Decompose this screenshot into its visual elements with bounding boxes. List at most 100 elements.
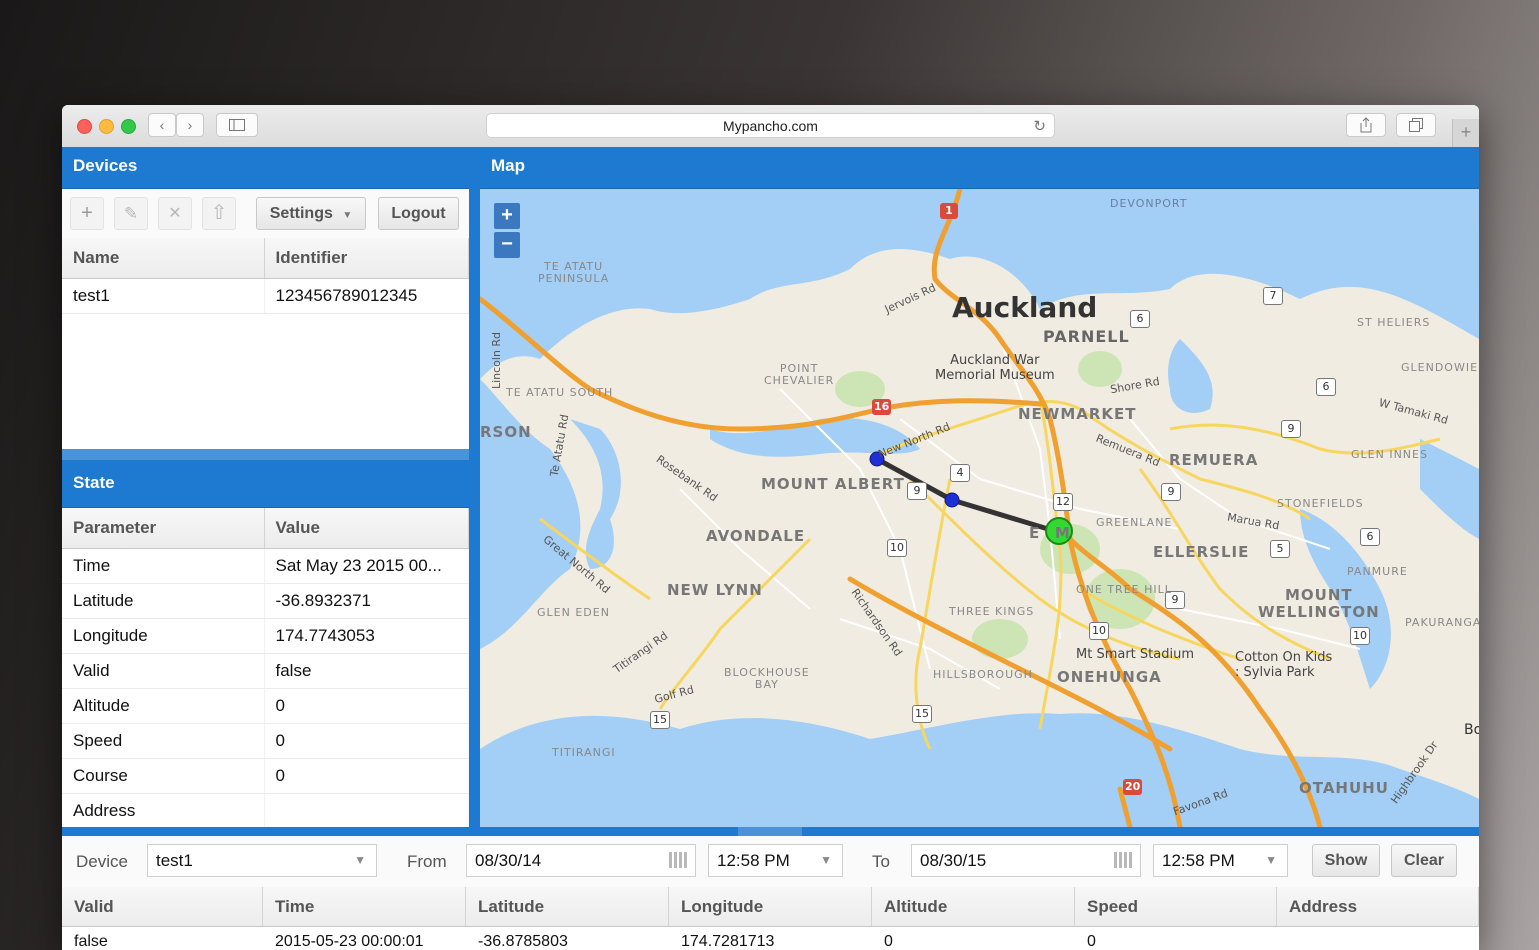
route-shield: 15 — [650, 711, 670, 729]
device-name: test1 — [62, 278, 265, 314]
from-date-value: 08/30/14 — [475, 851, 542, 870]
to-time-field[interactable]: 12:58 PM ▼ — [1153, 844, 1288, 877]
state-row[interactable]: Altitude 0 — [62, 688, 469, 724]
address-bar[interactable]: Mypancho.com ↻ — [486, 113, 1055, 138]
column-header-longitude[interactable]: Longitude — [669, 887, 872, 927]
state-value: Sat May 23 2015 00... — [264, 548, 469, 584]
pencil-icon: ✎ — [123, 204, 139, 223]
column-header-valid[interactable]: Valid — [62, 887, 263, 927]
url-text: Mypancho.com — [723, 117, 818, 134]
zoom-window-button[interactable] — [121, 119, 136, 134]
back-button[interactable]: ‹ — [148, 113, 176, 137]
to-date-value: 08/30/15 — [920, 851, 987, 870]
column-header-parameter[interactable]: Parameter — [62, 508, 265, 549]
map-view[interactable]: 1 16 20 15 15 4 9 9 10 12 6 7 6 9 9 5 6 10 10 Auckland PAR… — [480, 189, 1479, 827]
state-row[interactable]: Valid false — [62, 653, 469, 689]
column-header-latitude[interactable]: Latitude — [466, 887, 669, 927]
minimize-window-button[interactable] — [99, 119, 114, 134]
upload-button[interactable]: ⇧ — [202, 197, 236, 230]
map-label-one-tree-hill: ONE TREE HILL — [1076, 583, 1172, 596]
device-select-value: test1 — [156, 851, 193, 870]
map-label-ellerslie: ELLERSLIE — [1153, 543, 1250, 561]
chevron-down-icon: ▼ — [820, 853, 832, 867]
vertical-splitter[interactable] — [469, 147, 480, 835]
map-label-stonefields: STONEFIELDS — [1277, 497, 1364, 510]
from-date-field[interactable]: 08/30/14 — [466, 844, 696, 877]
route-shield: 20 — [1123, 779, 1143, 795]
add-device-button[interactable]: + — [70, 197, 104, 230]
map-label-point-chevalier: POINT CHEVALIER — [764, 362, 835, 387]
settings-button[interactable]: Settings ▼ — [256, 197, 366, 230]
device-select[interactable]: test1 ▼ — [147, 844, 377, 877]
chevron-down-icon: ▼ — [354, 853, 366, 867]
state-parameter: Valid — [62, 653, 265, 689]
forward-button[interactable]: › — [176, 113, 204, 137]
manukau-harbour-water — [480, 713, 1479, 827]
upload-icon: ⇧ — [210, 202, 228, 224]
state-value: 174.7743053 — [264, 618, 469, 654]
column-header-identifier[interactable]: Identifier — [264, 238, 469, 279]
show-button[interactable]: Show — [1312, 844, 1380, 877]
route-shield: 6 — [1316, 378, 1336, 396]
close-window-button[interactable] — [77, 119, 92, 134]
chevron-left-icon: ‹ — [159, 117, 165, 133]
calendar-icon[interactable] — [1114, 852, 1134, 868]
to-date-field[interactable]: 08/30/15 — [911, 844, 1141, 877]
history-longitude: 174.7281713 — [681, 933, 775, 950]
state-row[interactable]: Course 0 — [62, 758, 469, 794]
state-row[interactable]: Latitude -36.8932371 — [62, 583, 469, 619]
column-header-name[interactable]: Name — [62, 238, 265, 279]
column-header-altitude[interactable]: Altitude — [872, 887, 1075, 927]
map-label-avondale: AVONDALE — [706, 527, 806, 545]
map-label-glen-innes: GLEN INNES — [1351, 448, 1428, 461]
route-shield: 1 — [940, 203, 958, 219]
route-shield: 15 — [912, 705, 932, 723]
calendar-icon[interactable] — [669, 852, 689, 868]
state-row[interactable]: Time Sat May 23 2015 00... — [62, 548, 469, 584]
plus-icon: + — [81, 202, 93, 224]
state-parameter: Altitude — [62, 688, 265, 724]
state-parameter: Longitude — [62, 618, 265, 654]
column-header-value[interactable]: Value — [264, 508, 469, 549]
panel-splitter[interactable] — [62, 449, 469, 460]
column-header-address[interactable]: Address — [1277, 887, 1479, 927]
zoom-in-button[interactable]: + — [494, 203, 520, 229]
logout-button[interactable]: Logout — [378, 197, 459, 230]
from-time-field[interactable]: 12:58 PM ▼ — [708, 844, 843, 877]
map-label-lincoln-rd: Lincoln Rd — [490, 331, 504, 390]
collapse-handle[interactable] — [738, 827, 802, 836]
state-value — [264, 793, 469, 829]
reload-icon[interactable]: ↻ — [1033, 117, 1046, 135]
clear-button[interactable]: Clear — [1391, 844, 1457, 877]
from-label: From — [407, 852, 447, 871]
map-label-otahuhu: OTAHUHU — [1299, 779, 1389, 797]
bottom-splitter[interactable] — [62, 827, 1479, 836]
tabs-button[interactable] — [1396, 113, 1436, 137]
edit-device-button[interactable]: ✎ — [114, 197, 148, 230]
devices-toolbar: + ✎ ✕ ⇧ Settings ▼ Logout — [62, 189, 469, 239]
history-filter-bar: Device test1 ▼ From 08/30/14 12:58 PM ▼ … — [62, 836, 1479, 888]
state-row[interactable]: Longitude 174.7743053 — [62, 618, 469, 654]
remove-device-button[interactable]: ✕ — [158, 197, 192, 230]
route-point[interactable] — [944, 492, 960, 508]
map-label-te-atatu-peninsula: TE ATATU PENINSULA — [538, 260, 610, 285]
device-row[interactable]: test1 123456789012345 — [62, 278, 469, 314]
column-header-speed[interactable]: Speed — [1075, 887, 1277, 927]
new-tab-button[interactable]: + — [1452, 119, 1479, 147]
state-parameter: Latitude — [62, 583, 265, 619]
column-header-time[interactable]: Time — [263, 887, 466, 927]
share-button[interactable] — [1346, 113, 1386, 137]
history-address — [1277, 927, 1479, 950]
history-latitude: -36.8785803 — [478, 933, 568, 950]
state-row[interactable]: Speed 0 — [62, 723, 469, 759]
map-label-museum: Auckland War Memorial Museum — [935, 353, 1055, 383]
state-row[interactable]: Address — [62, 793, 469, 829]
state-value: 0 — [264, 723, 469, 759]
map-label-stadium: Mt Smart Stadium — [1076, 647, 1194, 662]
sidebar-toggle-button[interactable] — [216, 113, 258, 137]
zoom-out-button[interactable]: − — [494, 232, 520, 258]
state-value: 0 — [264, 688, 469, 724]
state-parameter: Address — [62, 793, 265, 829]
state-value: false — [264, 653, 469, 689]
map-label-greenlane: GREENLANE — [1096, 516, 1173, 529]
